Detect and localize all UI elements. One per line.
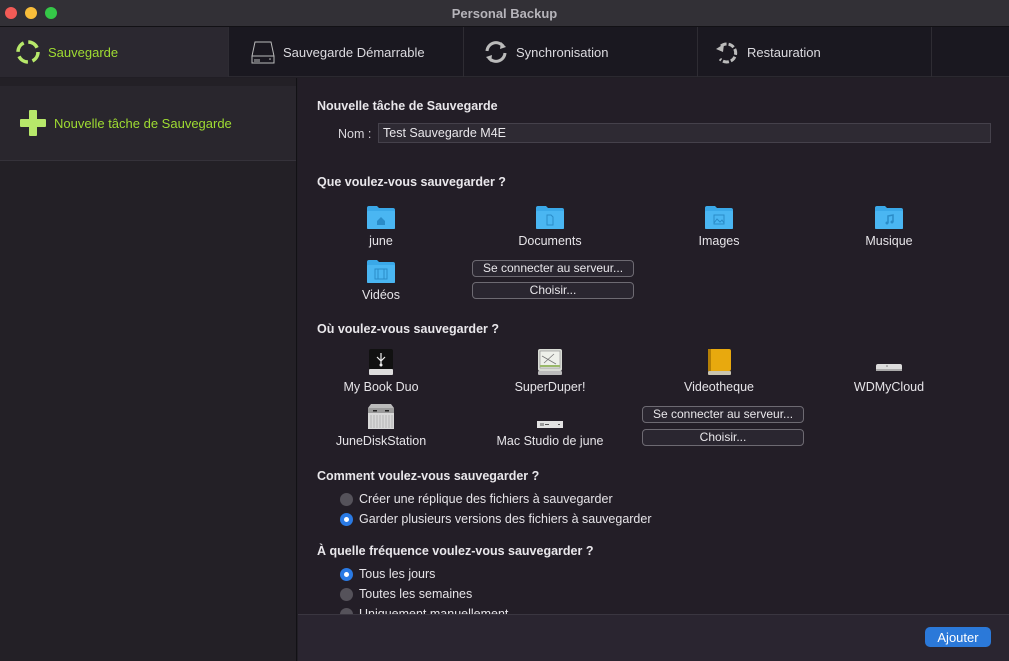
destination-item-wdmycloud[interactable]: WDMyCloud <box>819 348 959 394</box>
source-item-june[interactable]: june <box>311 202 451 248</box>
name-input[interactable] <box>378 123 991 143</box>
radio-button-selected[interactable] <box>340 512 353 526</box>
plus-icon <box>20 110 46 136</box>
usb-drive-icon <box>369 349 393 375</box>
home-folder-icon <box>367 206 395 229</box>
destination-choose-button[interactable]: Choisir... <box>642 429 804 446</box>
documents-folder-icon <box>536 206 564 229</box>
how-heading: Comment voulez-vous sauvegarder ? <box>317 469 540 483</box>
destination-label: My Book Duo <box>343 380 419 394</box>
tab-label: Sauvegarde <box>48 44 119 60</box>
backup-ring-icon <box>14 38 42 66</box>
footer-bar: Ajouter <box>298 614 1009 661</box>
source-item-videos[interactable]: Vidéos <box>311 256 451 302</box>
destination-label: WDMyCloud <box>853 380 925 394</box>
source-label: Images <box>698 234 740 248</box>
tab-label: Sauvegarde Démarrable <box>283 44 425 60</box>
tab-label: Synchronisation <box>516 44 609 60</box>
mac-studio-icon <box>537 421 563 428</box>
tab-bar: Sauvegarde Sauvegarde Démarrable Synchro… <box>0 27 1009 77</box>
source-item-documents[interactable]: Documents <box>480 202 620 248</box>
superduper-drive-icon <box>538 349 562 375</box>
radio-button[interactable] <box>340 587 353 601</box>
window-title: Personal Backup <box>451 6 558 21</box>
task-form: Nouvelle tâche de Sauvegarde Nom : Que v… <box>298 78 1009 614</box>
what-heading: Que voulez-vous sauvegarder ? <box>317 175 506 189</box>
destination-connect-server-button[interactable]: Se connecter au serveur... <box>642 406 804 423</box>
frequency-option-daily[interactable]: Tous les jours <box>340 567 435 581</box>
destination-item-videotheque[interactable]: Videotheque <box>649 348 789 394</box>
source-label: Documents <box>518 234 582 248</box>
drive-icon <box>249 38 277 66</box>
sidebar-item-label: Nouvelle tâche de Sauvegarde <box>54 115 232 131</box>
source-label: Musique <box>865 234 913 248</box>
destination-item-mac-studio[interactable]: Mac Studio de june <box>480 402 620 448</box>
source-item-musique[interactable]: Musique <box>819 202 959 248</box>
frequency-option-manual[interactable]: Uniquement manuellement <box>340 607 508 614</box>
name-label: Nom : <box>338 127 372 141</box>
frequency-option-weekly[interactable]: Toutes les semaines <box>340 587 472 601</box>
movies-folder-icon <box>367 260 395 283</box>
tab-label: Restauration <box>747 44 821 60</box>
tab-empty <box>932 27 1009 77</box>
yellow-drive-icon <box>708 349 731 375</box>
frequency-heading: À quelle fréquence voulez-vous sauvegard… <box>317 544 594 558</box>
source-label: june <box>369 234 393 248</box>
radio-button[interactable] <box>340 492 353 506</box>
radio-label: Toutes les semaines <box>359 587 473 601</box>
source-item-images[interactable]: Images <box>649 202 789 248</box>
sync-icon <box>482 38 510 66</box>
source-choose-button[interactable]: Choisir... <box>472 282 634 299</box>
where-heading: Où voulez-vous sauvegarder ? <box>317 322 499 336</box>
restore-icon <box>713 38 741 66</box>
destination-item-my-book-duo[interactable]: My Book Duo <box>311 348 451 394</box>
tab-sauvegarde-demarrable[interactable]: Sauvegarde Démarrable <box>229 27 464 77</box>
title-bar: Personal Backup <box>0 0 1009 27</box>
radio-label: Créer une réplique des fichiers à sauveg… <box>359 492 613 506</box>
radio-button-selected[interactable] <box>340 567 353 581</box>
tab-synchronisation[interactable]: Synchronisation <box>464 27 698 77</box>
pictures-folder-icon <box>705 206 733 229</box>
destination-item-junediskstation[interactable]: JuneDiskStation <box>311 402 451 448</box>
tab-restauration[interactable]: Restauration <box>698 27 932 77</box>
radio-label: Tous les jours <box>359 567 436 581</box>
tab-sauvegarde[interactable]: Sauvegarde <box>0 27 229 77</box>
radio-label: Uniquement manuellement <box>359 607 509 614</box>
how-option-versions[interactable]: Garder plusieurs versions des fichiers à… <box>340 512 652 526</box>
sidebar-item-new-task[interactable]: Nouvelle tâche de Sauvegarde <box>0 86 296 161</box>
music-folder-icon <box>875 206 903 229</box>
destination-label: Mac Studio de june <box>496 434 604 448</box>
destination-label: SuperDuper! <box>514 380 586 394</box>
destination-label: Videotheque <box>684 380 754 394</box>
nas-server-icon <box>368 404 394 429</box>
radio-label: Garder plusieurs versions des fichiers à… <box>359 512 652 526</box>
source-label: Vidéos <box>362 288 400 302</box>
form-title: Nouvelle tâche de Sauvegarde <box>317 99 498 113</box>
sidebar: Nouvelle tâche de Sauvegarde <box>0 78 297 661</box>
destination-label: JuneDiskStation <box>335 434 427 448</box>
how-option-replica[interactable]: Créer une réplique des fichiers à sauveg… <box>340 492 613 506</box>
source-connect-server-button[interactable]: Se connecter au serveur... <box>472 260 634 277</box>
add-button[interactable]: Ajouter <box>925 627 991 647</box>
destination-item-superduper[interactable]: SuperDuper! <box>480 348 620 394</box>
network-server-icon <box>876 364 902 371</box>
